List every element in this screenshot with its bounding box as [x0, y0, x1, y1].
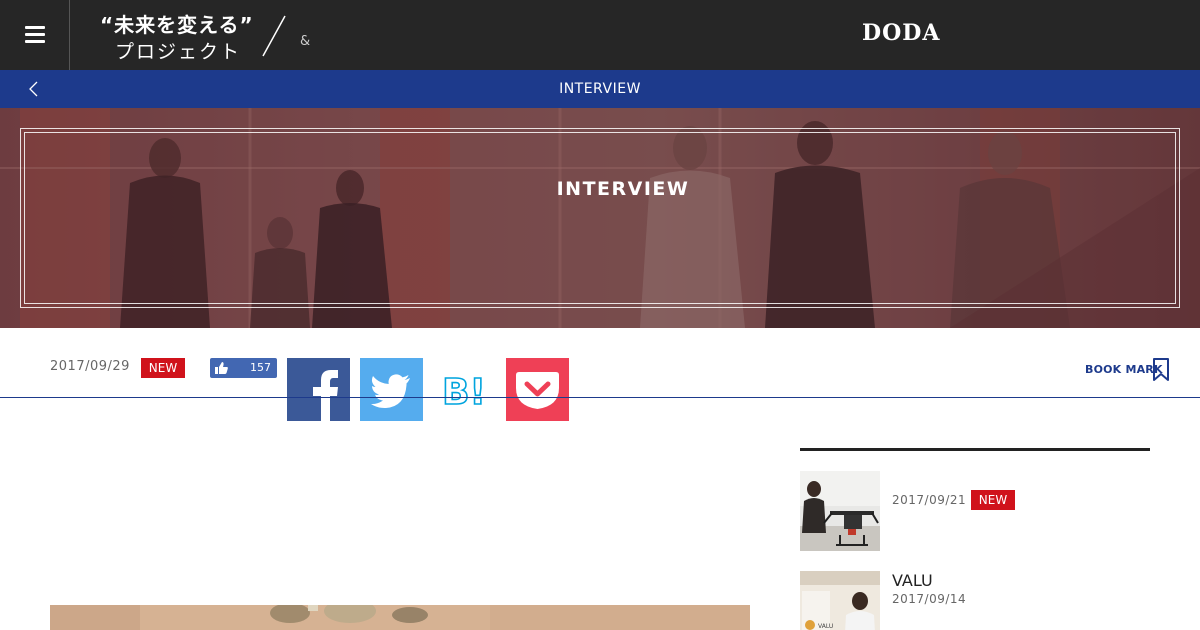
twitter-share-button[interactable] — [360, 358, 423, 421]
new-badge: NEW — [971, 490, 1015, 510]
sidebar-article-item[interactable]: VALU VALU 2017/09/14 — [800, 571, 1150, 630]
thumbs-up-icon — [215, 362, 228, 374]
chevron-left-icon[interactable] — [25, 80, 43, 98]
hamburger-icon-bar — [25, 26, 45, 29]
article-photo — [50, 605, 750, 630]
facebook-like-button[interactable]: 157 — [210, 358, 277, 378]
section-nav-bar: INTERVIEW — [0, 70, 1200, 108]
pocket-icon — [516, 372, 559, 409]
sidebar-thumbnail: VALU — [800, 571, 880, 630]
pocket-share-button[interactable] — [506, 358, 569, 421]
sidebar-item-date: 2017/09/14 — [892, 592, 967, 606]
logo-slash-divider — [262, 15, 286, 57]
sidebar-item-title: VALU — [892, 571, 933, 590]
article-date: 2017/09/29 — [50, 359, 130, 374]
twitter-icon — [371, 374, 410, 409]
like-count: 157 — [250, 361, 271, 374]
section-title: INTERVIEW — [559, 81, 641, 97]
drone-photo — [800, 471, 880, 551]
top-header: “未来を変える” プロジェクト & DODA — [0, 0, 1200, 70]
hamburger-icon-bar — [25, 40, 45, 43]
new-badge: NEW — [141, 358, 185, 378]
valu-office-photo: VALU — [800, 571, 880, 630]
hero-banner: INTERVIEW — [0, 108, 1200, 328]
hero-title: INTERVIEW — [556, 178, 690, 200]
sidebar-article-item[interactable]: 2017/09/21 NEW — [800, 471, 1150, 551]
sidebar-item-date: 2017/09/21 — [892, 493, 967, 507]
meta-divider — [0, 397, 1200, 398]
doda-logo[interactable]: DODA — [862, 20, 940, 46]
svg-text:B!: B! — [442, 372, 486, 413]
project-logo-line1[interactable]: “未来を変える” — [100, 9, 254, 38]
hamburger-icon-bar — [25, 33, 45, 36]
bookmark-icon — [1153, 358, 1169, 381]
sidebar-thumbnail — [800, 471, 880, 551]
svg-text:VALU: VALU — [818, 623, 833, 630]
hatena-bookmark-icon: B! — [441, 371, 486, 414]
hero-frame-inner — [24, 132, 1176, 304]
facebook-icon — [313, 370, 338, 421]
menu-button[interactable] — [0, 0, 70, 70]
project-logo-line2[interactable]: プロジェクト — [115, 37, 241, 64]
sidebar-top-rule — [800, 448, 1150, 451]
hatena-bookmark-button[interactable]: B! — [433, 358, 496, 421]
facebook-share-button[interactable] — [287, 358, 350, 421]
ampersand: & — [300, 34, 311, 49]
article-main-image — [50, 605, 750, 630]
